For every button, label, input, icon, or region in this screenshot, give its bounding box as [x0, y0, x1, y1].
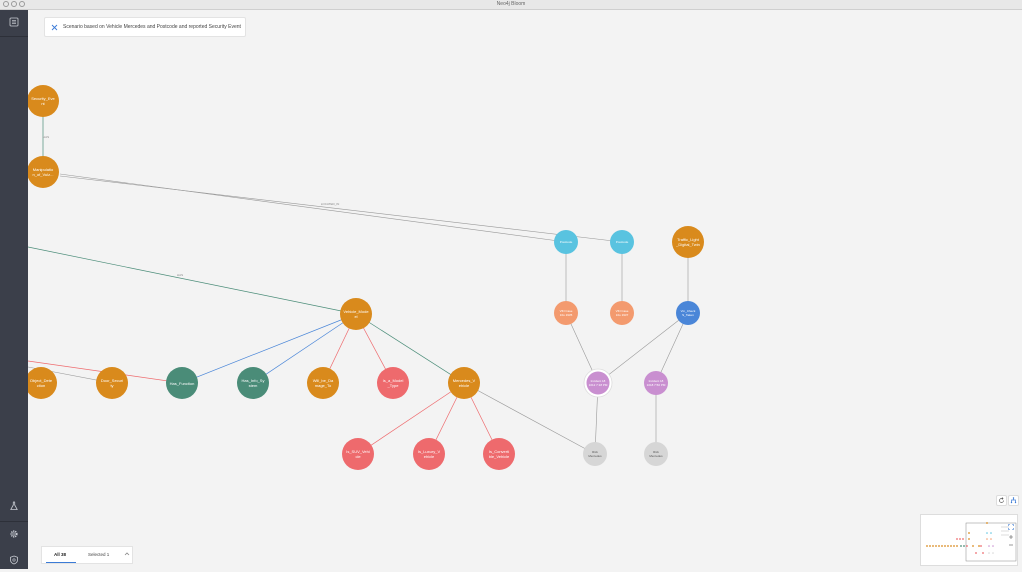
node-label: Mercedes: [588, 454, 602, 458]
node-label: 1012 7:18 PM: [589, 383, 608, 387]
graph-node[interactable]: Mercedes_V ehicle: [448, 367, 480, 399]
node-label: n_of_Vulz...: [33, 172, 54, 177]
relationship-line[interactable]: [355, 313, 465, 384]
node-label: Has_Function: [170, 381, 195, 386]
node-label: ehicle: [424, 454, 435, 459]
graph-node[interactable]: Door_Securi ty: [96, 367, 128, 399]
node-label: ble_Vehicle: [489, 454, 510, 459]
graph-node[interactable]: Has_Info_Sy stem: [237, 367, 269, 399]
zoom-out-icon[interactable]: [1008, 535, 1014, 553]
relationship-line[interactable]: [463, 382, 596, 455]
node-label: S_Taken: [682, 313, 694, 317]
graph-node[interactable]: VIN Case Info 1937: [610, 301, 634, 325]
about-button[interactable]: [0, 548, 28, 572]
relationship-label: LOCATED_IN: [321, 202, 340, 206]
shield-icon: [10, 555, 18, 565]
node-label: Postcode: [616, 240, 629, 244]
graph-node[interactable]: Manipulatio n_of_Vulz...: [28, 156, 59, 188]
node-label: Postcode: [560, 240, 573, 244]
close-icon[interactable]: [45, 24, 63, 31]
settings-button[interactable]: [0, 522, 28, 546]
graph-node[interactable]: Vehicle_Mode el: [340, 298, 372, 330]
relationship-line[interactable]: [597, 312, 689, 384]
minimap[interactable]: [920, 514, 1018, 566]
flask-icon: [10, 501, 18, 510]
graph-node[interactable]: Will_be_Da mage_To: [307, 367, 339, 399]
node-label: Info 1935: [560, 313, 573, 317]
refresh-layout-button[interactable]: [996, 495, 1007, 506]
card-list-tabs: All 38 Selected 1: [41, 546, 133, 564]
layout-button[interactable]: [1008, 495, 1019, 506]
graph-node[interactable]: Postcode: [610, 230, 634, 254]
node-label: stem: [249, 383, 258, 388]
tab-all[interactable]: All 38: [54, 552, 66, 557]
graph-node[interactable]: Traffic_Light _Digital_Twin: [672, 226, 704, 258]
relationship-line[interactable]: [59, 173, 567, 243]
node-label: Mercedes: [649, 454, 663, 458]
node-label: Info 1937: [616, 313, 629, 317]
tab-selected[interactable]: Selected 1: [88, 552, 109, 557]
graph-node[interactable]: Rick Mercedes: [583, 442, 607, 466]
chevron-up-icon[interactable]: [124, 551, 130, 558]
node-label: mage_To: [315, 383, 332, 388]
panel-icon: [9, 17, 19, 27]
perspective-drawer-button[interactable]: [0, 10, 28, 34]
graph-node[interactable]: Has_Function: [166, 367, 198, 399]
graph-node[interactable]: Is_Converti ble_Vehicle: [483, 438, 515, 470]
search-scenario-bar[interactable]: Scenario based on Vehicle Mercedes and P…: [44, 17, 246, 37]
left-sidebar: [0, 10, 28, 569]
node-label: ehicle: [459, 383, 470, 388]
node-label: 1018 7:50 PM: [647, 383, 666, 387]
graph-node[interactable]: Incident 18 1018 7:50 PM: [644, 371, 668, 395]
experimental-features-button[interactable]: [0, 494, 28, 518]
relationship-line[interactable]: [59, 175, 623, 243]
graph-canvas[interactable]: HAS LOCATED_IN HAS Security_Eve nt Manip…: [28, 10, 1022, 569]
node-label: el: [354, 314, 357, 319]
window-title: Neo4j Bloom: [496, 1, 526, 7]
graph-node[interactable]: Vm_Check S_Taken: [676, 301, 700, 325]
graph-node[interactable]: VIN Case Info 1935: [554, 301, 578, 325]
graph-node[interactable]: Is_SUV_Vehi cle: [342, 438, 374, 470]
relationship-label: HAS: [177, 273, 183, 277]
relationship-line[interactable]: [28, 246, 357, 315]
hierarchy-icon: [1010, 497, 1017, 504]
graph-node[interactable]: Is_Luxury_V ehicle: [413, 438, 445, 470]
graph-node[interactable]: Security_Eve nt: [28, 85, 59, 117]
refresh-icon: [999, 497, 1004, 503]
graph-node[interactable]: Rick Mercedes: [644, 442, 668, 466]
graph-node-selected[interactable]: Incident 18 1012 7:18 PM: [583, 368, 613, 398]
node-label: ty: [110, 383, 113, 388]
window-titlebar: Neo4j Bloom: [0, 0, 1022, 10]
node-label: ction: [37, 383, 45, 388]
scenario-text: Scenario based on Vehicle Mercedes and P…: [63, 24, 241, 30]
relationship-label: HAS: [43, 135, 49, 139]
graph-node[interactable]: Is_a_Model _Type: [377, 367, 409, 399]
node-label: cle: [355, 454, 361, 459]
active-tab-indicator: [46, 561, 76, 563]
node-label: _Digital_Twin: [675, 242, 700, 247]
gear-icon: [10, 530, 18, 538]
relationship-line[interactable]: [357, 382, 465, 455]
minimap-preview: [926, 522, 1017, 562]
node-label: _Type: [387, 383, 400, 388]
graph-node[interactable]: Postcode: [554, 230, 578, 254]
sidebar-divider: [0, 36, 28, 37]
